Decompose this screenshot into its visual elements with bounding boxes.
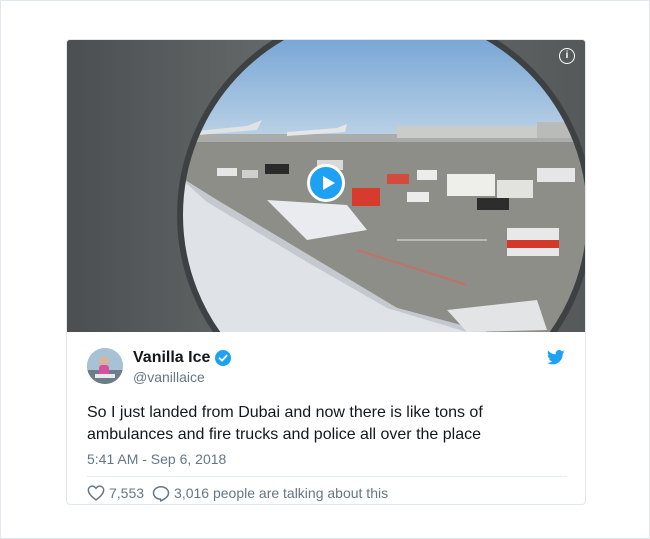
author-handle[interactable]: @vanillaice [133,369,205,385]
tweet-timestamp[interactable]: 5:41 AM - Sep 6, 2018 [87,451,226,467]
heart-icon [87,485,105,501]
divider [87,476,567,477]
info-icon[interactable]: i [559,48,575,64]
verified-badge-icon [215,350,231,366]
like-count: 7,553 [109,485,145,501]
play-icon[interactable] [307,164,345,202]
twitter-bird-icon[interactable] [547,350,565,365]
tweet-actions: 7,553 3,016 people are talking about thi… [87,483,396,503]
avatar[interactable] [87,348,123,384]
avatar-image [87,348,123,384]
reply-bubble-icon [152,485,170,502]
tweet-text: So I just landed from Dubai and now ther… [87,404,483,443]
tweet-video[interactable]: i [67,40,585,332]
page-frame: i Vanilla Ice @vanillaice So I just land… [0,0,650,539]
embedded-tweet-card[interactable]: i Vanilla Ice @vanillaice So I just land… [66,39,586,505]
like-button[interactable]: 7,553 [87,485,144,501]
author-name[interactable]: Vanilla Ice [133,349,210,367]
conversation-link[interactable]: 3,016 people are talking about this [152,485,388,502]
talking-count: 3,016 people are talking about this [174,485,389,501]
